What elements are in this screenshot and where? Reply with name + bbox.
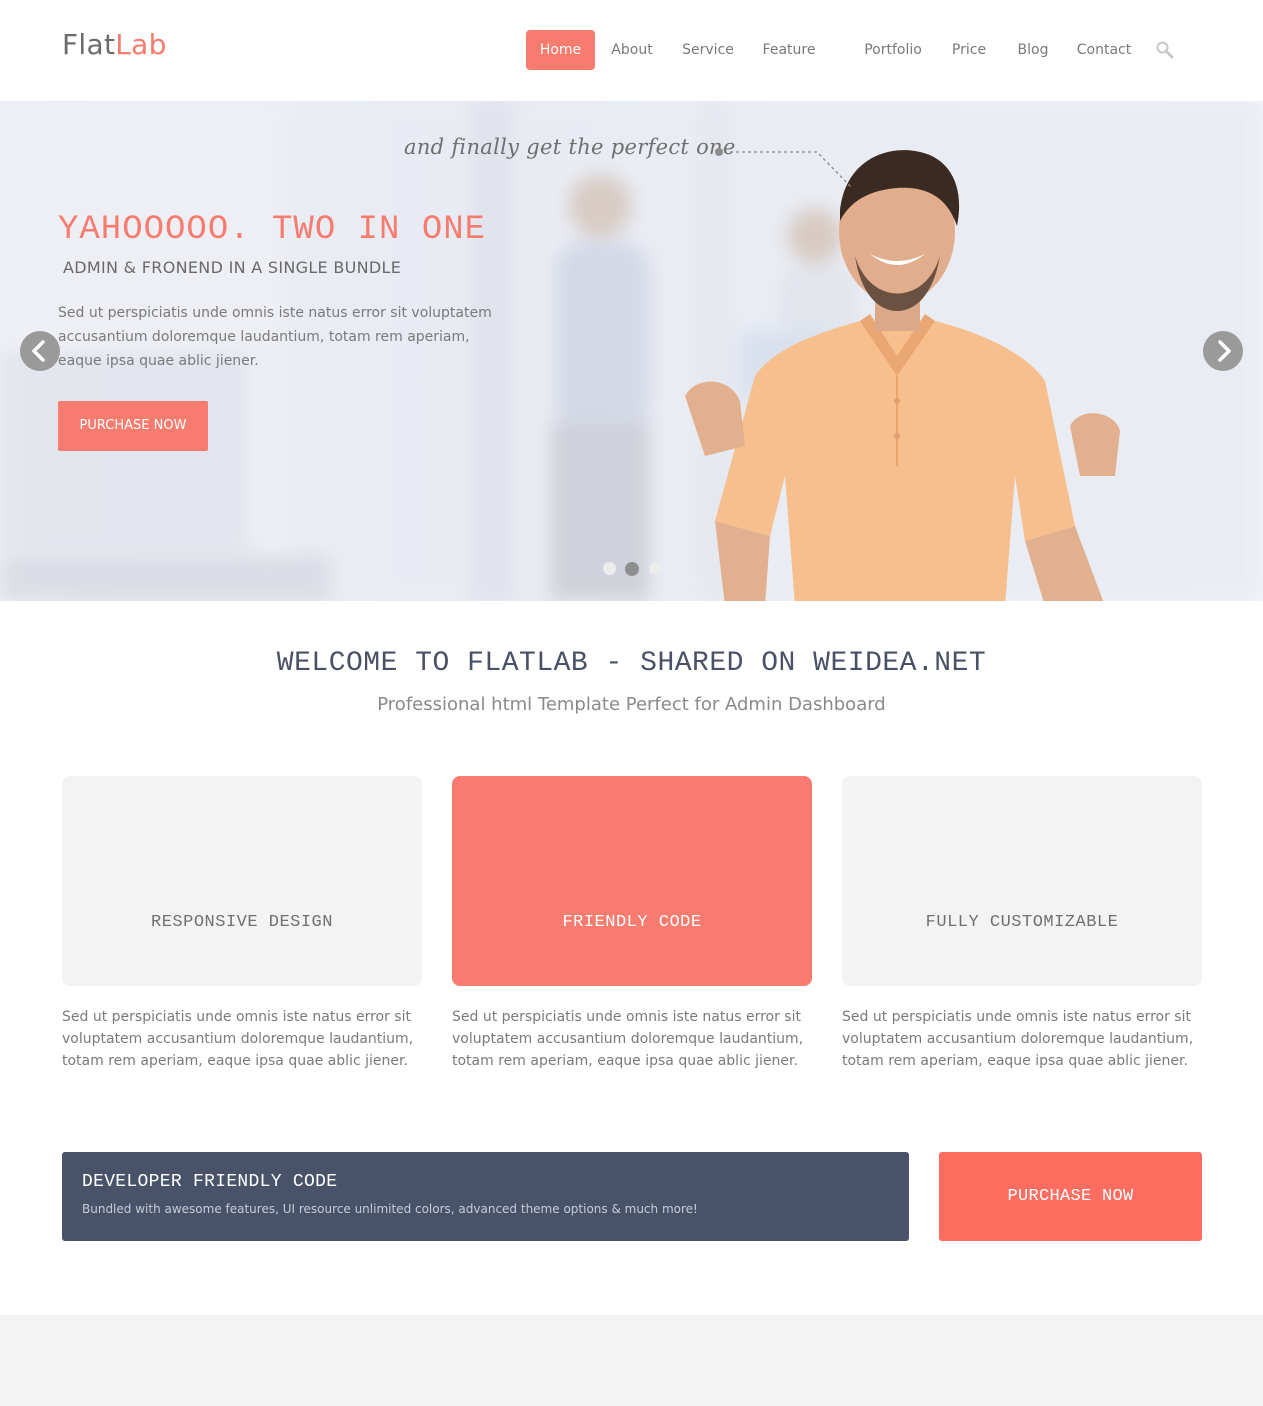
slider-dot[interactable]	[603, 562, 616, 575]
welcome-title: WELCOME TO FLATLAB - SHARED ON WEIDEA.NE…	[276, 648, 987, 679]
cta-description: Bundled with awesome features, UI resour…	[82, 1202, 698, 1216]
site-header: FlatLab Home About Service Feature Portf…	[0, 0, 1263, 101]
nav-price[interactable]: Price	[944, 30, 994, 70]
cta-title: DEVELOPER FRIENDLY CODE	[82, 1172, 338, 1192]
feature-title: FULLY CUSTOMIZABLE	[925, 913, 1119, 932]
hero-purchase-button[interactable]: PURCHASE NOW	[58, 401, 208, 451]
feature-description: Sed ut perspiciatis unde omnis iste natu…	[842, 1009, 1194, 1069]
tagline-connector-line	[715, 148, 853, 189]
feature-box-customizable[interactable]: FULLY CUSTOMIZABLE	[842, 776, 1202, 986]
hero-title: YAHOOOOO. TWO IN ONE	[58, 211, 487, 249]
slider-next-button[interactable]	[1203, 331, 1243, 371]
chevron-left-icon	[32, 340, 45, 362]
logo-part-flat: Flat	[62, 28, 116, 61]
nav-blog[interactable]: Blog	[1008, 30, 1058, 70]
nav-service[interactable]: Service	[675, 30, 741, 70]
feature-description: Sed ut perspiciatis unde omnis iste natu…	[452, 1009, 804, 1069]
feature-box-responsive[interactable]: RESPONSIVE DESIGN	[62, 776, 422, 986]
slider-prev-button[interactable]	[20, 331, 60, 371]
slider-dot[interactable]	[649, 562, 662, 575]
footer-section	[0, 1315, 1263, 1406]
hero-description: Sed ut perspiciatis unde omnis iste natu…	[58, 305, 492, 369]
hero-subtitle: ADMIN & FRONEND IN A SINGLE BUNDLE	[63, 258, 402, 277]
nav-contact[interactable]: Contact	[1070, 30, 1138, 70]
search-icon[interactable]	[1155, 40, 1175, 60]
nav-feature[interactable]: Feature	[755, 30, 823, 70]
developer-cta-banner: DEVELOPER FRIENDLY CODE Bundled with awe…	[62, 1152, 909, 1241]
logo[interactable]: FlatLab	[62, 28, 167, 61]
hero-person-image	[685, 150, 1120, 601]
logo-part-lab: Lab	[115, 28, 167, 61]
nav-portfolio[interactable]: Portfolio	[856, 30, 930, 70]
feature-box-friendly-code[interactable]: FRIENDLY CODE	[452, 776, 812, 986]
chevron-right-icon	[1218, 340, 1231, 362]
nav-about[interactable]: About	[603, 30, 661, 70]
welcome-subtitle: Professional html Template Perfect for A…	[377, 694, 886, 715]
feature-description: Sed ut perspiciatis unde omnis iste natu…	[62, 1009, 414, 1069]
hero-tagline: and finally get the perfect one	[404, 135, 736, 159]
cta-purchase-button[interactable]: PURCHASE NOW	[939, 1152, 1202, 1241]
slider-dot-active[interactable]	[625, 562, 639, 576]
feature-title: RESPONSIVE DESIGN	[151, 913, 333, 932]
hero-slider: and finally get the perfect one YAHOOOOO…	[0, 101, 1263, 601]
nav-home[interactable]: Home	[526, 30, 595, 70]
feature-title: FRIENDLY CODE	[562, 913, 702, 932]
